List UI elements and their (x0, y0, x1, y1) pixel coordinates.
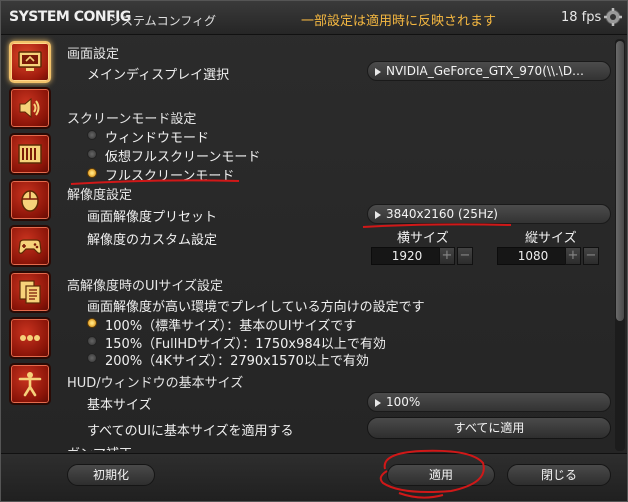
system-config-window: SYSTEM CONFIG システムコンフィグ 一部設定は適用時に反映されます … (0, 0, 628, 502)
red-annotation-overlay (70, 179, 512, 499)
preset-underline (362, 223, 512, 228)
fullscreen-underline (70, 179, 240, 185)
apply-circle (379, 449, 485, 499)
